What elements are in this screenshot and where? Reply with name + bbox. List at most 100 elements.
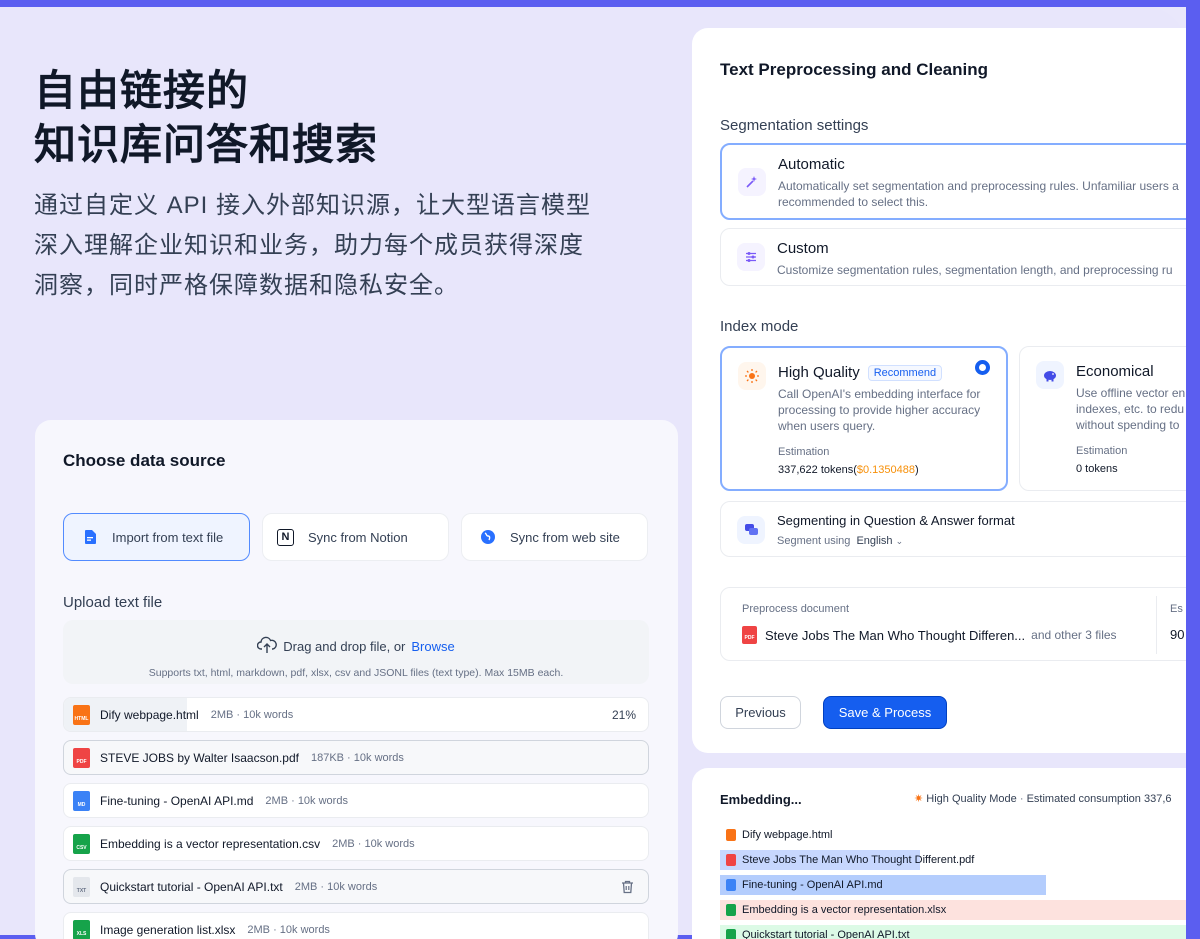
upload-percent: 21% — [611, 707, 636, 722]
economical-title: Economical — [1076, 363, 1154, 380]
hero-title-line2: 知识库问答和搜索 — [34, 121, 379, 168]
index-economical-option[interactable]: Economical Use offline vector en indexes… — [1019, 346, 1186, 491]
right-edge-band — [1186, 0, 1200, 939]
divider — [1156, 596, 1157, 654]
embedding-file-name: Quickstart tutorial - OpenAI API.txt — [742, 929, 910, 939]
dropzone-hint: Supports txt, html, markdown, pdf, xlsx,… — [148, 667, 564, 679]
file-meta: 2MB · 10k words — [332, 837, 415, 850]
file-row[interactable]: CSV Embedding is a vector representation… — [63, 826, 649, 861]
index-high-quality-option[interactable]: High Quality Recommend Call OpenAI's emb… — [720, 346, 1008, 491]
qa-format-option[interactable]: Segmenting in Question & Answer format S… — [720, 501, 1186, 557]
data-source-card: Choose data source Import from text file… — [35, 420, 678, 939]
txt-file-icon: TXT — [73, 876, 90, 897]
file-meta: 2MB · 10k words — [210, 708, 294, 721]
txt-file-icon — [726, 929, 736, 939]
embedding-mode-label: High Quality Mode — [926, 793, 1017, 805]
embedding-row: Fine-tuning - OpenAI API.md — [720, 875, 1186, 895]
embedding-row: Embedding is a vector representation.xls… — [720, 900, 1186, 920]
segmentation-custom-option[interactable]: Custom Customize segmentation rules, seg… — [720, 228, 1186, 286]
file-row[interactable]: PDF STEVE JOBS by Walter Isaacson.pdf 18… — [63, 740, 649, 775]
pdf-file-icon: PDF — [742, 626, 757, 644]
upload-label: Upload text file — [63, 594, 163, 611]
segmentation-automatic-option[interactable]: Automatic Automatically set segmentation… — [720, 143, 1186, 220]
file-meta: 2MB · 10k words — [294, 880, 378, 893]
embedding-consumption: Estimated consumption 337,6 — [1026, 793, 1172, 805]
economical-desc: Use offline vector en indexes, etc. to r… — [1076, 386, 1186, 432]
source-label: Sync from web site — [510, 529, 620, 545]
file-name: Embedding is a vector representation.csv — [100, 836, 321, 851]
dropzone-text: Drag and drop file, or — [283, 639, 406, 654]
index-mode-label: Index mode — [720, 318, 799, 335]
top-band — [0, 0, 1200, 7]
html-file-icon — [726, 829, 736, 841]
file-meta: 2MB · 10k words — [265, 794, 348, 807]
language-select[interactable]: English — [856, 535, 892, 547]
chat-bubble-icon — [737, 516, 765, 544]
preprocess-doc-label: Preprocess document — [742, 603, 849, 615]
xlsx-file-icon: XLS — [73, 919, 90, 939]
preprocess-estimate-value: 90 — [1170, 627, 1185, 642]
embedding-row: Quickstart tutorial - OpenAI API.txt — [720, 925, 1186, 939]
csv-file-icon: CSV — [73, 833, 90, 854]
hero-title-line1: 自由链接的 — [34, 67, 250, 114]
embedding-card: Embedding... ✷ High Quality Mode · Estim… — [692, 768, 1186, 939]
md-file-icon — [726, 879, 736, 891]
segmentation-label: Segmentation settings — [720, 117, 869, 134]
source-import-text-file[interactable]: Import from text file — [63, 513, 250, 561]
automatic-desc: Automatically set segmentation and prepr… — [778, 179, 1179, 193]
source-label: Import from text file — [112, 529, 224, 545]
economical-estimation-label: Estimation — [1076, 445, 1128, 457]
preprocess-estimate-label: Es — [1170, 603, 1183, 615]
economical-estimation-value: 0 tokens — [1076, 463, 1118, 475]
piggy-bank-icon — [1036, 361, 1064, 389]
preprocessing-card: Text Preprocessing and Cleaning Segmenta… — [692, 28, 1186, 753]
file-row[interactable]: MD Fine-tuning - OpenAI API.md 2MB · 10k… — [63, 783, 649, 818]
file-name: Quickstart tutorial - OpenAI API.txt — [100, 879, 283, 894]
save-process-button[interactable]: Save & Process — [823, 696, 947, 729]
file-row[interactable]: XLS Image generation list.xlsx 2MB · 10k… — [63, 912, 649, 939]
embedding-file-name: Steve Jobs The Man Who Thought Different… — [742, 854, 975, 866]
file-meta: 187KB · 10k words — [310, 751, 404, 764]
html-file-icon: HTML — [73, 704, 90, 725]
automatic-desc-2: recommended to select this. — [778, 195, 929, 209]
high-quality-estimation-label: Estimation — [778, 446, 830, 458]
trash-icon[interactable] — [621, 880, 634, 897]
automatic-title: Automatic — [778, 156, 845, 173]
embedding-mode: ✷ High Quality Mode · Estimated consumpt… — [914, 793, 1172, 805]
file-name: STEVE JOBS by Walter Isaacson.pdf — [100, 750, 299, 765]
source-website[interactable]: Sync from web site — [461, 513, 648, 561]
embedding-file-name: Dify webpage.html — [742, 829, 833, 841]
embedding-title: Embedding... — [720, 792, 802, 807]
file-dropzone[interactable]: Drag and drop file, or Browse Supports t… — [63, 620, 649, 684]
pdf-file-icon — [726, 854, 736, 866]
pdf-file-icon: PDF — [73, 747, 90, 768]
custom-title: Custom — [777, 240, 829, 257]
high-quality-desc: Call OpenAI's embedding interface for pr… — [778, 387, 981, 433]
file-name: Dify webpage.html — [100, 707, 199, 722]
file-row[interactable]: HTML Dify webpage.html 2MB · 10k words 2… — [63, 697, 649, 732]
source-label: Sync from Notion — [308, 529, 408, 545]
high-quality-estimation-value: 337,622 tokens($0.1350488) — [778, 464, 919, 476]
file-row[interactable]: TXT Quickstart tutorial - OpenAI API.txt… — [63, 869, 649, 904]
preprocess-doc-file: Steve Jobs The Man Who Thought Differen.… — [765, 627, 1026, 643]
high-quality-radio[interactable] — [975, 360, 990, 375]
hero-title: 自由链接的 知识库问答和搜索 — [34, 64, 378, 172]
token-count: 337,622 tokens( — [778, 464, 857, 476]
segment-using-label: Segment using — [777, 535, 851, 547]
magic-wand-icon — [738, 168, 766, 196]
previous-button[interactable]: Previous — [720, 696, 801, 729]
preprocess-doc-others: and other 3 files — [1031, 628, 1117, 642]
recommend-badge: Recommend — [867, 364, 943, 381]
sun-icon — [738, 362, 766, 390]
file-name: Fine-tuning - OpenAI API.md — [100, 793, 254, 808]
hero-description: 通过自定义 API 接入外部知识源，让大型语言模型深入理解企业知识和业务，助力每… — [34, 192, 592, 299]
preprocessing-title: Text Preprocessing and Cleaning — [720, 60, 988, 79]
browse-link[interactable]: Browse — [411, 639, 454, 654]
embedding-row: Steve Jobs The Man Who Thought Different… — [720, 850, 1186, 870]
file-name: Image generation list.xlsx — [100, 922, 236, 937]
source-notion[interactable]: N Sync from Notion — [262, 513, 449, 561]
token-cost: $0.1350488 — [856, 464, 916, 476]
sun-icon: ✷ — [914, 793, 924, 805]
chevron-down-icon: ⌄ — [895, 536, 904, 546]
qa-title: Segmenting in Question & Answer format — [777, 513, 1015, 528]
